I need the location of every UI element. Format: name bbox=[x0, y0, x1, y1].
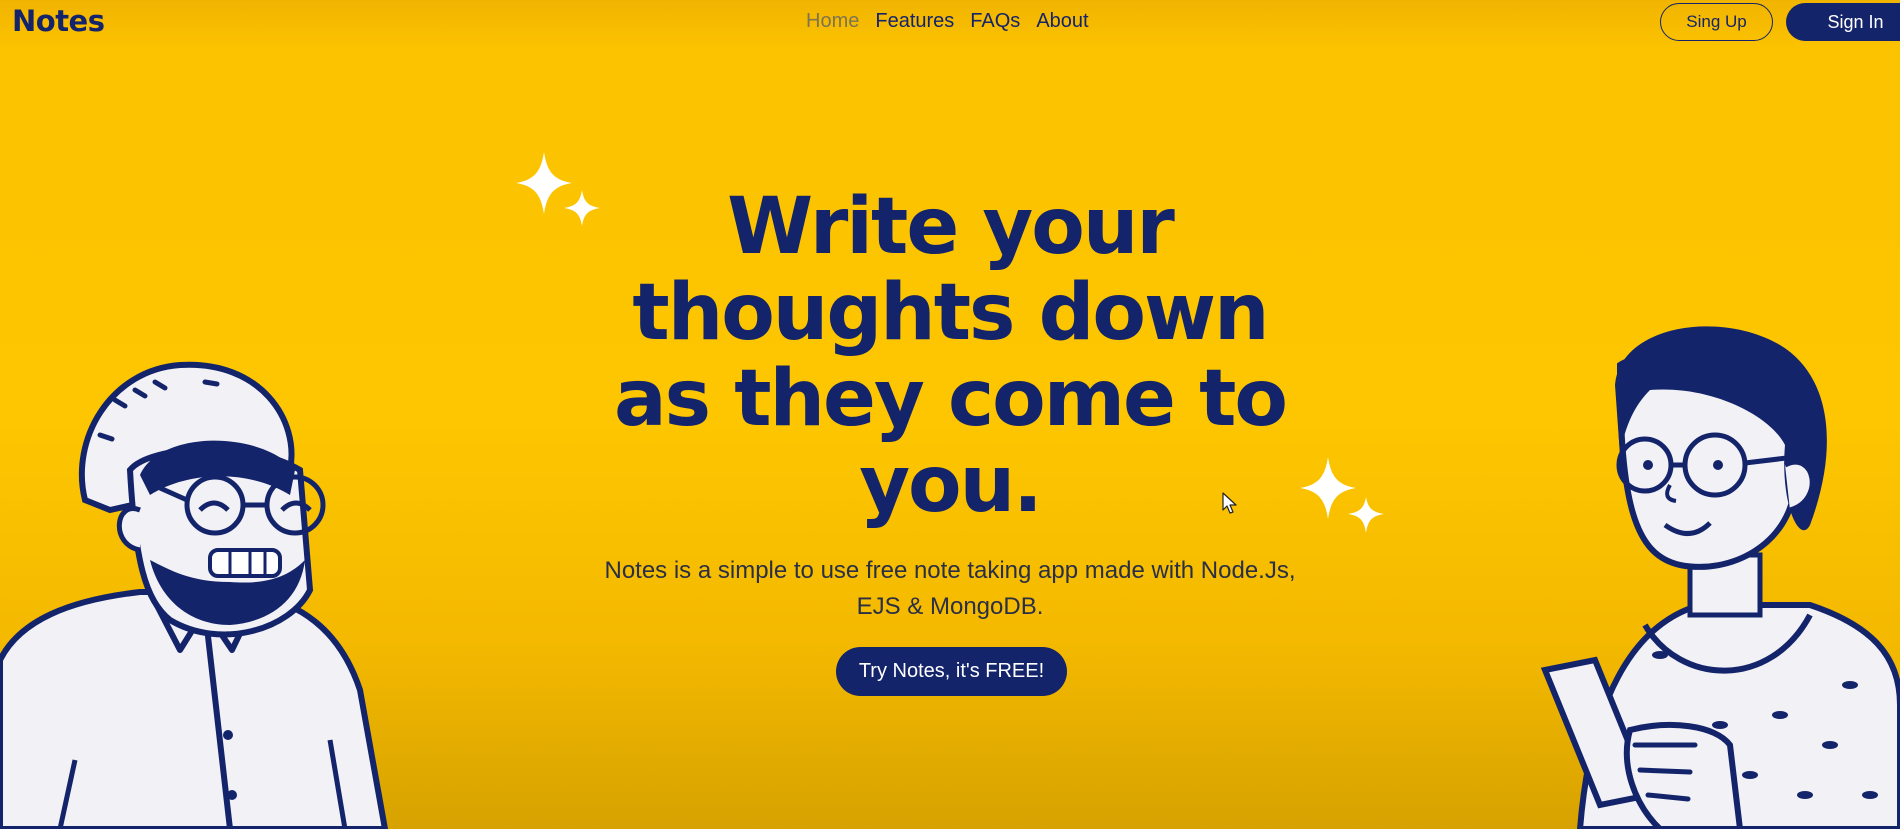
man-with-glasses-illustration bbox=[0, 361, 389, 829]
nav-link-about[interactable]: About bbox=[1036, 10, 1088, 33]
woman-with-phone-illustration bbox=[1540, 326, 1900, 829]
hero-heading: Write your thoughts down as they come to… bbox=[560, 184, 1340, 528]
hero-heading-line: thoughts down bbox=[632, 268, 1269, 358]
nav-link-features[interactable]: Features bbox=[875, 10, 954, 33]
sign-up-button[interactable]: Sing Up bbox=[1660, 3, 1773, 41]
mouse-cursor-icon bbox=[1222, 492, 1237, 514]
hero-subtitle-line: EJS & MongoDB. bbox=[856, 593, 1044, 620]
hero-heading-line: Write your bbox=[727, 182, 1175, 272]
nav-link-home[interactable]: Home bbox=[806, 10, 859, 33]
hero-heading-line: as they come to bbox=[614, 354, 1288, 444]
brand-logo[interactable]: Notes bbox=[12, 4, 105, 38]
main-nav: Home Features FAQs About bbox=[806, 10, 1089, 33]
sign-in-button[interactable]: Sign In bbox=[1786, 3, 1900, 41]
hero-subtitle: Notes is a simple to use free note takin… bbox=[560, 553, 1340, 625]
try-notes-button[interactable]: Try Notes, it's FREE! bbox=[836, 647, 1067, 696]
hero-subtitle-line: Notes is a simple to use free note takin… bbox=[604, 557, 1296, 584]
nav-link-faqs[interactable]: FAQs bbox=[970, 10, 1020, 33]
top-navigation-bar: Notes Home Features FAQs About Sing Up S… bbox=[0, 0, 1900, 44]
